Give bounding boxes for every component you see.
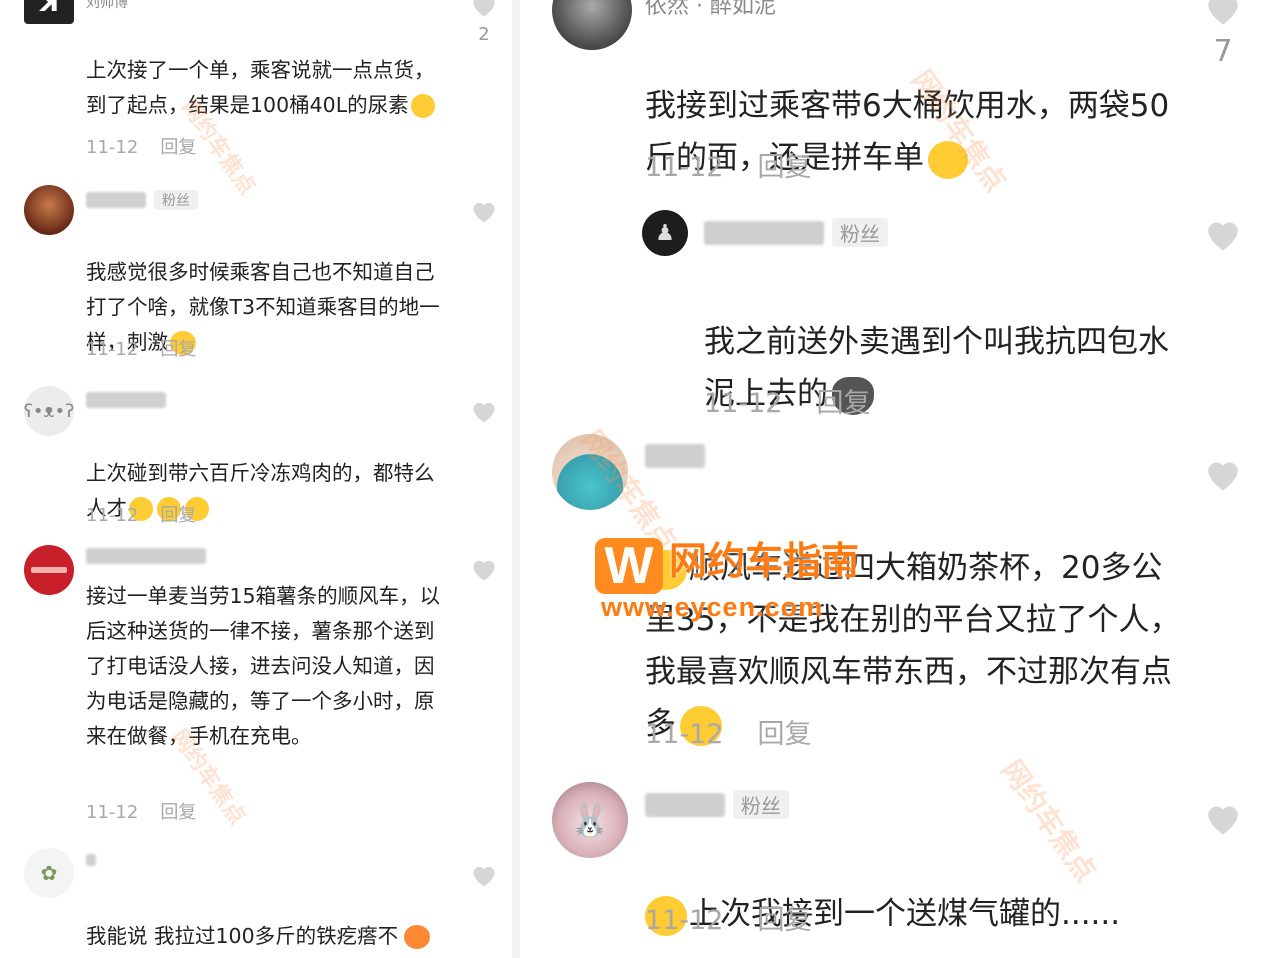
like-count: 2 [478, 24, 490, 45]
reply-button[interactable]: 回复 [757, 152, 811, 183]
avatar[interactable]: ✿ [24, 848, 74, 898]
reply-button[interactable]: 回复 [160, 137, 196, 158]
comment-text: 接过一单麦当劳15箱薯条的顺风车，以后这种送货的一律不接，薯条那个送到了打电话没… [86, 584, 441, 748]
brand-url: www.eycen.com [601, 592, 824, 622]
comment-date: 11-12 [645, 905, 724, 936]
reply-button[interactable]: 回复 [160, 505, 196, 526]
comment-author[interactable]: 依然 · 醉如泥 [645, 0, 776, 20]
panel-divider [512, 0, 520, 958]
reply-button[interactable]: 回复 [757, 719, 811, 750]
comment-meta: 11-12 回复 [86, 798, 196, 824]
brand-watermark: W 网约车指南 www.eycen.com [595, 538, 860, 622]
comment-date: 11-12 [86, 339, 139, 360]
laughing-tears-emoji-icon [928, 140, 968, 179]
blurred-username [86, 392, 166, 408]
brand-logo-icon: W [595, 538, 663, 594]
like-heart-icon[interactable] [1203, 0, 1243, 30]
comment-date: 11-12 [86, 505, 139, 526]
like-heart-icon[interactable] [470, 398, 498, 428]
avatar[interactable] [24, 545, 74, 595]
right-comment-panel: 依然 · 醉如泥 我接到过乘客带6大桶饮用水，两袋50斤的面，还是拼车单 11-… [520, 0, 1275, 958]
like-heart-icon[interactable] [470, 556, 498, 586]
comment-meta: 11-12 回复 [645, 898, 811, 937]
fan-badge: 粉丝 [154, 190, 198, 210]
comment-date: 11-12 [704, 388, 783, 419]
comment-meta: 11-12 回复 [86, 335, 196, 361]
blurred-username [704, 220, 824, 245]
blurred-username [86, 854, 96, 866]
comment-text: 我能说 我拉过100多斤的铁疙瘩不 [86, 884, 441, 954]
fan-badge: 粉丝 [733, 790, 789, 819]
blurred-username [645, 792, 725, 817]
laughing-tears-emoji-icon [410, 94, 435, 118]
reply-button[interactable]: 回复 [160, 339, 196, 360]
comment-author[interactable] [86, 392, 166, 408]
like-count: 7 [1213, 34, 1233, 69]
comment-text: 上次接了一个单，乘客说就一点点货，到了起点，结果是100桶40L的尿素 [86, 18, 441, 123]
comment-meta: 11-12 回复 [86, 501, 196, 527]
left-comment-panel: ꓘ 刘帅博 上次接了一个单，乘客说就一点点货，到了起点，结果是100桶40L的尿… [0, 0, 512, 958]
comment-body: 我能说 我拉过100多斤的铁疙瘩不 [86, 924, 399, 948]
comment-meta: 11-12 回复 [645, 712, 811, 751]
avatar[interactable] [24, 185, 74, 235]
avatar[interactable] [552, 434, 628, 510]
comment-meta: 11-12 回复 [645, 145, 811, 184]
like-heart-icon[interactable] [1203, 800, 1243, 840]
angry-emoji-icon [404, 925, 431, 949]
brand-name: 网约车指南 [669, 539, 860, 583]
author-name: 依然 · 醉如泥 [645, 0, 776, 19]
like-heart-icon[interactable] [470, 198, 498, 228]
comment-body: 上次接了一个单，乘客说就一点点货，到了起点，结果是100桶40L的尿素 [86, 58, 435, 117]
blurred-username [86, 192, 146, 208]
comment-author[interactable]: 粉丝 [86, 190, 198, 210]
comment-date: 11-12 [86, 802, 139, 823]
like-heart-icon[interactable] [470, 862, 498, 892]
avatar[interactable]: ʕ•ᴥ•ʔ [24, 386, 74, 436]
like-heart-icon[interactable] [1203, 456, 1243, 496]
like-heart-icon[interactable] [470, 0, 498, 22]
fan-badge: 粉丝 [832, 218, 888, 247]
comment-author[interactable] [86, 854, 96, 866]
reply-button[interactable]: 回复 [160, 802, 196, 823]
avatar[interactable] [552, 0, 632, 50]
like-heart-icon[interactable] [1203, 216, 1243, 256]
avatar[interactable]: 🐰 [552, 782, 628, 858]
avatar[interactable]: ꓘ [24, 0, 74, 24]
comment-author[interactable] [86, 548, 206, 564]
comment-date: 11-12 [645, 719, 724, 750]
reply-button[interactable]: 回复 [757, 905, 811, 936]
comment-meta: 11-12 回复 [704, 381, 870, 420]
comment-author[interactable]: 刘帅博 [86, 0, 128, 12]
blurred-username [86, 548, 206, 564]
reply-button[interactable]: 回复 [816, 388, 870, 419]
comment-author[interactable]: 粉丝 [645, 790, 789, 819]
comment-author[interactable] [645, 444, 705, 468]
avatar[interactable]: ♟ [642, 210, 688, 256]
blurred-username [645, 444, 705, 468]
comment-author[interactable]: 粉丝 [704, 218, 888, 247]
comment-meta: 11-12 回复 [86, 133, 196, 159]
author-name: 刘帅博 [86, 0, 128, 11]
comment-date: 11-12 [86, 137, 139, 158]
comment-date: 11-12 [645, 152, 724, 183]
